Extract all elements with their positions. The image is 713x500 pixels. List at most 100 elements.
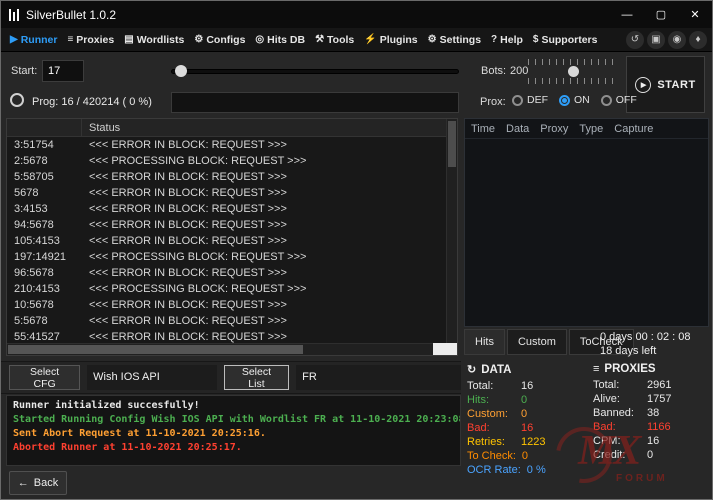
proxies-list-icon: ≡	[593, 363, 599, 375]
bots-label: Bots:	[481, 65, 506, 77]
menu-item-supporters[interactable]: $Supporters	[528, 28, 603, 51]
back-button[interactable]: ← Back	[9, 471, 67, 495]
log-row[interactable]: 2:5678<<< PROCESSING BLOCK: REQUEST >>>	[7, 153, 446, 169]
history-icon[interactable]: ↺	[626, 31, 644, 49]
tools-icon: ⚒	[315, 34, 324, 45]
proxy-mode-label: Prox:	[480, 96, 506, 108]
start-label: Start:	[11, 65, 37, 77]
results-empty-area	[465, 139, 708, 326]
log-row[interactable]: 94:5678<<< ERROR IN BLOCK: REQUEST >>>	[7, 217, 446, 233]
stat-row: Total: 2961	[593, 378, 711, 392]
menu-item-configs[interactable]: ⚙Configs	[189, 28, 250, 51]
stat-row: Hits:0	[467, 393, 589, 407]
proxy-mode-off[interactable]: OFF	[601, 94, 637, 106]
log-row[interactable]: 5678<<< ERROR IN BLOCK: REQUEST >>>	[7, 185, 446, 201]
log-row[interactable]: 5:58705<<< ERROR IN BLOCK: REQUEST >>>	[7, 169, 446, 185]
stat-row: OCR Rate: 0 %	[467, 463, 589, 477]
stat-label: Bad:	[593, 421, 641, 433]
data-panel-header: ↻ DATA	[467, 363, 589, 376]
menu-item-plugins[interactable]: ⚡ Plugins	[359, 28, 422, 51]
log-row[interactable]: 55:41527<<< ERROR IN BLOCK: REQUEST >>>	[7, 329, 446, 343]
menu-item-runner[interactable]: ▶Runner	[5, 28, 62, 51]
vertical-scrollbar[interactable]	[446, 119, 457, 343]
log-row-id: 2:5678	[7, 155, 82, 167]
log-row-status: <<< PROCESSING BLOCK: REQUEST >>>	[82, 283, 306, 295]
menu-item-proxies[interactable]: ≡Proxies	[62, 28, 119, 51]
log-row[interactable]: 96:5678<<< ERROR IN BLOCK: REQUEST >>>	[7, 265, 446, 281]
menu-item-label: Hits DB	[267, 34, 305, 46]
stat-label: CPM:	[593, 435, 641, 447]
menu-item-tools[interactable]: ⚒Tools	[310, 28, 359, 51]
tab-hits[interactable]: Hits	[464, 329, 505, 355]
stat-value: 0	[522, 450, 528, 462]
start-slider[interactable]	[171, 65, 459, 77]
bots-slider-thumb[interactable]	[568, 66, 579, 77]
log-row[interactable]: 10:5678<<< ERROR IN BLOCK: REQUEST >>>	[7, 297, 446, 313]
log-row-status: <<< ERROR IN BLOCK: REQUEST >>>	[82, 203, 287, 215]
menu-item-wordlists[interactable]: ▤Wordlists	[119, 28, 189, 51]
menu-item-label: Plugins	[380, 34, 418, 46]
menu-item-hits-db[interactable]: ◎Hits DB	[250, 28, 310, 51]
stat-label: OCR Rate:	[467, 464, 521, 476]
horizontal-scrollbar-thumb[interactable]	[8, 345, 303, 354]
window-title: SilverBullet 1.0.2	[26, 8, 116, 22]
results-column-capture: Capture	[614, 123, 653, 135]
log-row-status: <<< ERROR IN BLOCK: REQUEST >>>	[82, 235, 287, 247]
settings-icon: ⚙	[428, 34, 437, 45]
log-row[interactable]: 210:4153<<< PROCESSING BLOCK: REQUEST >>…	[7, 281, 446, 297]
data-refresh-icon: ↻	[467, 363, 476, 376]
radio-icon	[559, 95, 570, 106]
menu-item-label: Supporters	[541, 34, 597, 46]
help-icon: ?	[491, 34, 497, 45]
radio-icon	[512, 95, 523, 106]
stat-row: To Check:0	[467, 449, 589, 463]
proxies-panel-header: ≡ PROXIES	[593, 363, 711, 375]
hits-db-icon: ◎	[255, 34, 264, 45]
menu-item-settings[interactable]: ⚙Settings	[423, 28, 486, 51]
stat-label: Total:	[593, 379, 641, 391]
results-columns: TimeDataProxyTypeCapture	[465, 119, 708, 139]
select-cfg-button[interactable]: Select CFG	[9, 365, 80, 390]
minimize-button[interactable]: —	[610, 1, 644, 28]
log-row[interactable]: 197:14921<<< PROCESSING BLOCK: REQUEST >…	[7, 249, 446, 265]
proxy-mode-on[interactable]: ON	[559, 94, 590, 106]
stat-value: 0 %	[527, 464, 546, 476]
log-row[interactable]: 3:4153<<< ERROR IN BLOCK: REQUEST >>>	[7, 201, 446, 217]
cart-icon[interactable]: ♦	[689, 31, 707, 49]
menu-item-label: Configs	[206, 34, 245, 46]
results-column-time: Time	[471, 123, 495, 135]
stat-value: 16	[647, 435, 659, 447]
discord-icon[interactable]: ◉	[668, 31, 686, 49]
vertical-scrollbar-thumb[interactable]	[448, 121, 456, 167]
back-button-label: Back	[34, 477, 58, 489]
start-button[interactable]: ▶ START	[626, 56, 705, 113]
stat-value: 2961	[647, 379, 671, 391]
progress-radio-icon[interactable]	[10, 93, 24, 107]
proxy-mode-def[interactable]: DEF	[512, 94, 548, 106]
radio-label: DEF	[527, 94, 548, 106]
log-row[interactable]: 105:4153<<< ERROR IN BLOCK: REQUEST >>>	[7, 233, 446, 249]
menubar: ▶Runner≡Proxies▤Wordlists⚙Configs◎Hits D…	[1, 28, 712, 52]
log-row[interactable]: 3:51754<<< ERROR IN BLOCK: REQUEST >>>	[7, 137, 446, 153]
stat-row: Alive:1757	[593, 392, 711, 406]
tab-custom[interactable]: Custom	[507, 329, 567, 355]
bots-slider[interactable]	[528, 59, 616, 84]
runner-log: Runner initialized succesfully!Started R…	[6, 395, 461, 466]
results-column-type: Type	[579, 123, 603, 135]
radio-icon	[601, 95, 612, 106]
runner-log-line: Runner initialized succesfully!	[13, 399, 454, 413]
log-row-id: 210:4153	[7, 283, 82, 295]
start-input[interactable]	[42, 60, 84, 82]
runner-text-input[interactable]	[171, 92, 459, 113]
log-row[interactable]: 5:5678<<< ERROR IN BLOCK: REQUEST >>>	[7, 313, 446, 329]
maximize-button[interactable]: ▢	[644, 1, 678, 28]
start-slider-thumb[interactable]	[175, 65, 187, 77]
back-arrow-icon: ←	[18, 477, 29, 489]
stat-value: 1166	[647, 421, 671, 433]
close-button[interactable]: ✕	[678, 1, 712, 28]
select-list-button[interactable]: Select List	[224, 365, 289, 390]
camera-icon[interactable]: ▣	[647, 31, 665, 49]
plugins-icon: ⚡	[364, 34, 376, 45]
horizontal-scrollbar[interactable]	[7, 343, 433, 355]
menu-item-help[interactable]: ?Help	[486, 28, 528, 51]
